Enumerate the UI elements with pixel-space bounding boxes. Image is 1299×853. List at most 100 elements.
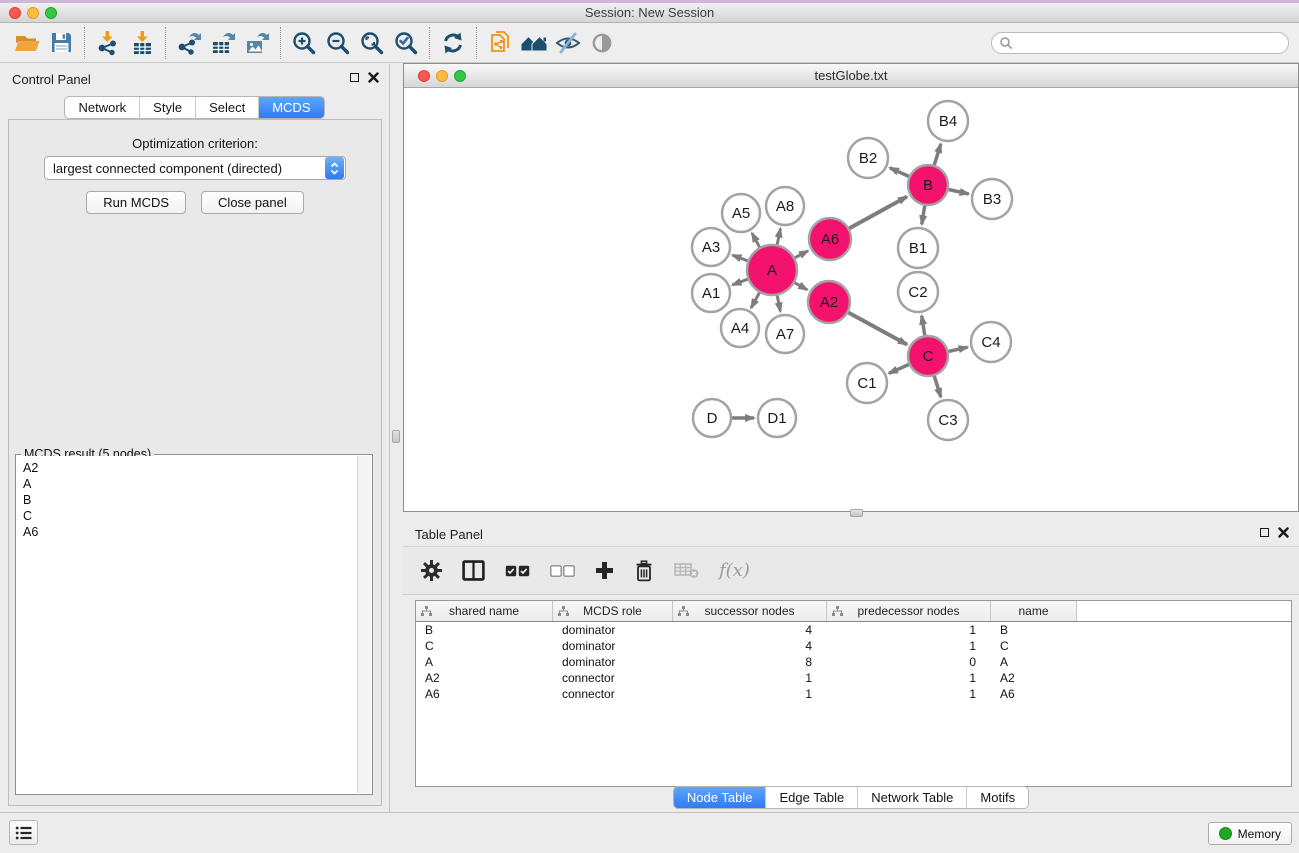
node-A4[interactable]: A4 (721, 309, 759, 347)
zoom-fit-button[interactable] (355, 26, 389, 60)
edge-A-A2[interactable] (795, 283, 808, 290)
tab-network[interactable]: Network (65, 97, 139, 118)
network-close-button[interactable] (418, 70, 430, 82)
splitter-handle[interactable] (850, 509, 863, 517)
zoom-in-button[interactable] (287, 26, 321, 60)
edge-A2-C[interactable] (848, 313, 907, 345)
cell-MCDS-role[interactable]: connector (553, 687, 673, 701)
node-B3[interactable]: B3 (972, 179, 1012, 219)
edge-A-A3[interactable] (733, 255, 748, 261)
node-A1[interactable]: A1 (692, 274, 730, 312)
tab-style[interactable]: Style (139, 97, 195, 118)
node-C2[interactable]: C2 (898, 272, 938, 312)
cell-name[interactable]: B (991, 623, 1077, 637)
node-C1[interactable]: C1 (847, 363, 887, 403)
cell-name[interactable]: C (991, 639, 1077, 653)
node-A[interactable]: A (747, 245, 797, 295)
edge-A6-B[interactable] (849, 197, 907, 229)
import-table-button[interactable] (125, 26, 159, 60)
cell-name[interactable]: A2 (991, 671, 1077, 685)
node-B1[interactable]: B1 (898, 228, 938, 268)
network-window-titlebar[interactable]: testGlobe.txt (404, 64, 1298, 88)
cell-MCDS-role[interactable]: dominator (553, 623, 673, 637)
home-layout-button[interactable] (517, 26, 551, 60)
table-settings-button[interactable] (421, 560, 442, 581)
table-tab-network-table[interactable]: Network Table (857, 787, 966, 808)
network-maximize-button[interactable] (454, 70, 466, 82)
table-row[interactable]: A6connector11A6 (416, 686, 1291, 702)
close-panel-icon[interactable] (368, 72, 379, 83)
node-A5[interactable]: A5 (722, 194, 760, 232)
refresh-button[interactable] (436, 26, 470, 60)
edge-A-A8[interactable] (777, 229, 780, 245)
cell-shared-name[interactable]: A (416, 655, 553, 669)
cell-predecessor-nodes[interactable]: 0 (827, 655, 991, 669)
hide-graphics-details-button[interactable] (551, 26, 585, 60)
edge-A-A1[interactable] (733, 279, 748, 285)
run-mcds-button[interactable]: Run MCDS (86, 191, 186, 214)
node-D[interactable]: D (693, 399, 731, 437)
node-B2[interactable]: B2 (848, 138, 888, 178)
float-panel-icon[interactable] (350, 73, 359, 82)
maximize-window-button[interactable] (45, 7, 57, 19)
node-B[interactable]: B (908, 165, 948, 205)
edge-C-C3[interactable] (934, 376, 941, 397)
table-tab-edge-table[interactable]: Edge Table (765, 787, 857, 808)
close-window-button[interactable] (9, 7, 21, 19)
edge-C-C4[interactable] (948, 347, 967, 351)
edge-A-A7[interactable] (777, 295, 780, 311)
cell-name[interactable]: A6 (991, 687, 1077, 701)
node-C3[interactable]: C3 (928, 400, 968, 440)
select-all-button[interactable] (505, 565, 530, 577)
cell-successor-nodes[interactable]: 1 (673, 687, 827, 701)
node-A3[interactable]: A3 (692, 228, 730, 266)
cell-shared-name[interactable]: A2 (416, 671, 553, 685)
result-item[interactable]: A6 (23, 524, 351, 540)
node-A7[interactable]: A7 (766, 315, 804, 353)
column-header-successor-nodes[interactable]: successor nodes (673, 601, 827, 621)
result-item[interactable]: B (23, 492, 351, 508)
show-eye-button[interactable] (585, 26, 619, 60)
cell-successor-nodes[interactable]: 4 (673, 623, 827, 637)
search-field[interactable] (991, 32, 1289, 54)
delete-column-button[interactable] (634, 560, 654, 582)
task-history-button[interactable] (9, 820, 38, 845)
create-column-button[interactable] (595, 561, 614, 580)
column-header-shared-name[interactable]: shared name (416, 601, 553, 621)
memory-button[interactable]: Memory (1208, 822, 1292, 845)
table-row[interactable]: Adominator80A (416, 654, 1291, 670)
edge-B-B1[interactable] (922, 206, 925, 225)
cell-shared-name[interactable]: B (416, 623, 553, 637)
mcds-result-list[interactable]: A2ABCA6 (17, 456, 357, 793)
table-tab-motifs[interactable]: Motifs (966, 787, 1028, 808)
node-table[interactable]: shared nameMCDS rolesuccessor nodesprede… (415, 600, 1292, 787)
cell-MCDS-role[interactable]: dominator (553, 639, 673, 653)
edge-B-B4[interactable] (934, 144, 941, 165)
tab-select[interactable]: Select (195, 97, 258, 118)
cell-shared-name[interactable]: C (416, 639, 553, 653)
cell-MCDS-role[interactable]: dominator (553, 655, 673, 669)
minimize-window-button[interactable] (27, 7, 39, 19)
cell-name[interactable]: A (991, 655, 1077, 669)
node-A8[interactable]: A8 (766, 187, 804, 225)
tab-mcds[interactable]: MCDS (258, 97, 323, 118)
table-row[interactable]: A2connector11A2 (416, 670, 1291, 686)
network-graph[interactable]: B4B2BB3A5A8A6A3B1AA1C2A2A4A7CC4C1DD1C3 (404, 89, 1298, 511)
node-A2[interactable]: A2 (808, 281, 850, 323)
cell-successor-nodes[interactable]: 8 (673, 655, 827, 669)
import-network-button[interactable] (91, 26, 125, 60)
table-tab-node-table[interactable]: Node Table (674, 787, 766, 808)
table-row[interactable]: Cdominator41C (416, 638, 1291, 654)
zoom-out-button[interactable] (321, 26, 355, 60)
open-session-button[interactable] (10, 26, 44, 60)
result-item[interactable]: A (23, 476, 351, 492)
cell-predecessor-nodes[interactable]: 1 (827, 687, 991, 701)
result-scrollbar[interactable] (357, 456, 371, 793)
zoom-selected-button[interactable] (389, 26, 423, 60)
splitter-handle[interactable] (392, 430, 400, 443)
edge-B-B3[interactable] (949, 189, 969, 193)
edge-C-C1[interactable] (889, 364, 909, 373)
criterion-dropdown[interactable]: largest connected component (directed) (44, 156, 346, 180)
cell-predecessor-nodes[interactable]: 1 (827, 671, 991, 685)
result-item[interactable]: A2 (23, 460, 351, 476)
